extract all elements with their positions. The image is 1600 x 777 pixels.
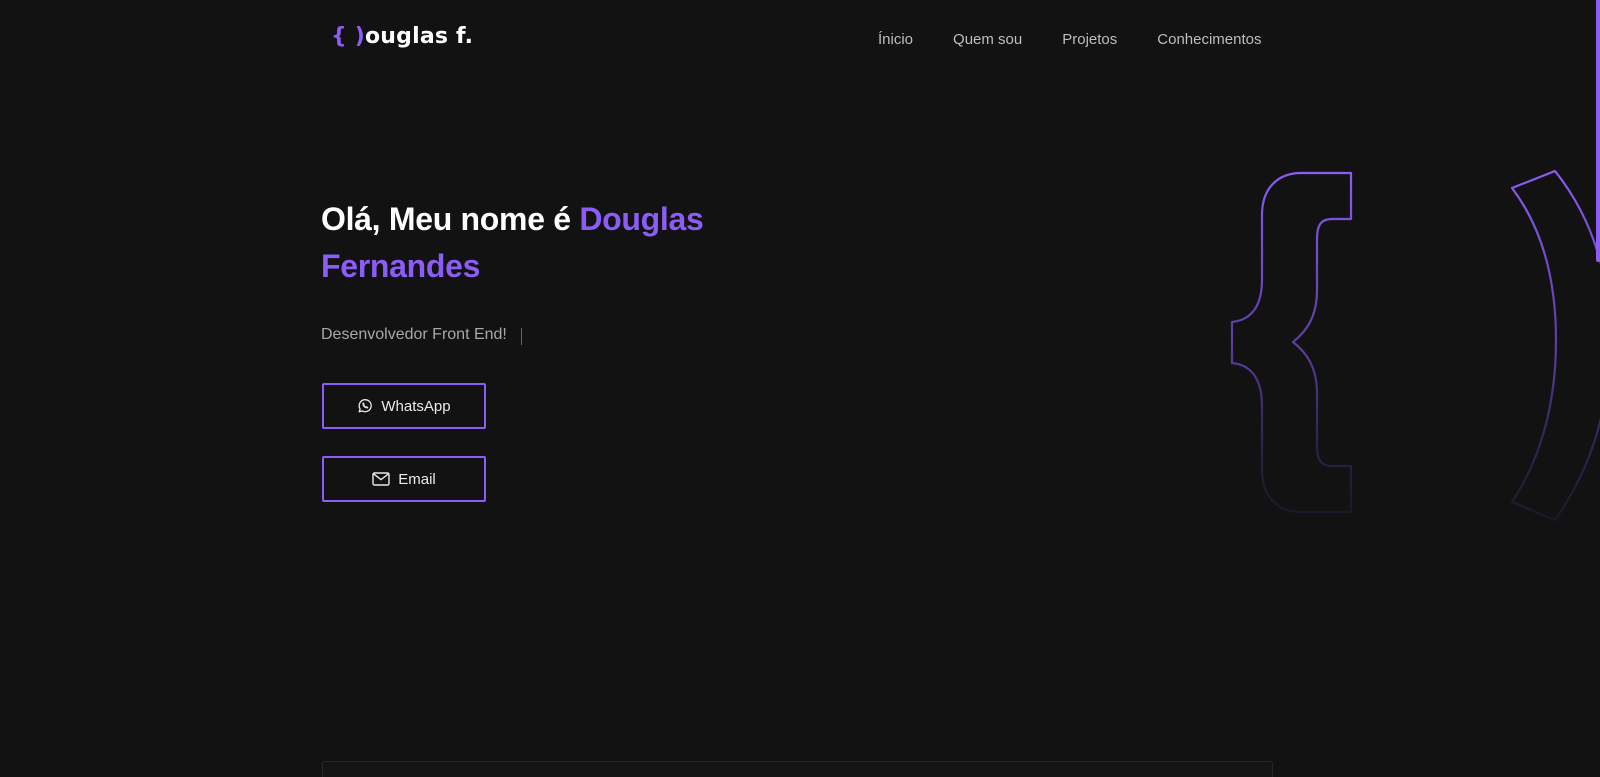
email-label: Email [398, 470, 436, 488]
hero-subtitle: Desenvolvedor Front End! [321, 326, 507, 343]
page: { ) ouglas f. Ínicio Quem sou Projetos C… [0, 0, 1600, 777]
logo[interactable]: { ) ouglas f. [331, 24, 473, 49]
hero-greeting: Olá, Meu nome é [321, 201, 580, 237]
whatsapp-icon [357, 398, 373, 414]
mail-icon [372, 472, 390, 486]
main-nav: Ínicio Quem sou Projetos Conhecimentos [878, 31, 1262, 48]
whatsapp-label: WhatsApp [381, 397, 451, 415]
whatsapp-button[interactable]: WhatsApp [322, 383, 486, 429]
logo-text: ouglas f. [364, 24, 474, 49]
email-button[interactable]: Email [322, 456, 486, 502]
decorative-braces-graphic [1230, 169, 1600, 522]
nav-item-projetos[interactable]: Projetos [1062, 31, 1117, 48]
scroll-progress-bar [1596, 0, 1600, 262]
logo-brace: { ) [331, 24, 365, 49]
nav-item-conhecimentos[interactable]: Conhecimentos [1157, 31, 1261, 48]
hero-title: Olá, Meu nome é Douglas Fernandes [321, 196, 781, 290]
typing-cursor [521, 328, 522, 345]
nav-item-inicio[interactable]: Ínicio [878, 31, 913, 48]
nav-item-quem-sou[interactable]: Quem sou [953, 31, 1022, 48]
next-section-card [322, 761, 1273, 777]
